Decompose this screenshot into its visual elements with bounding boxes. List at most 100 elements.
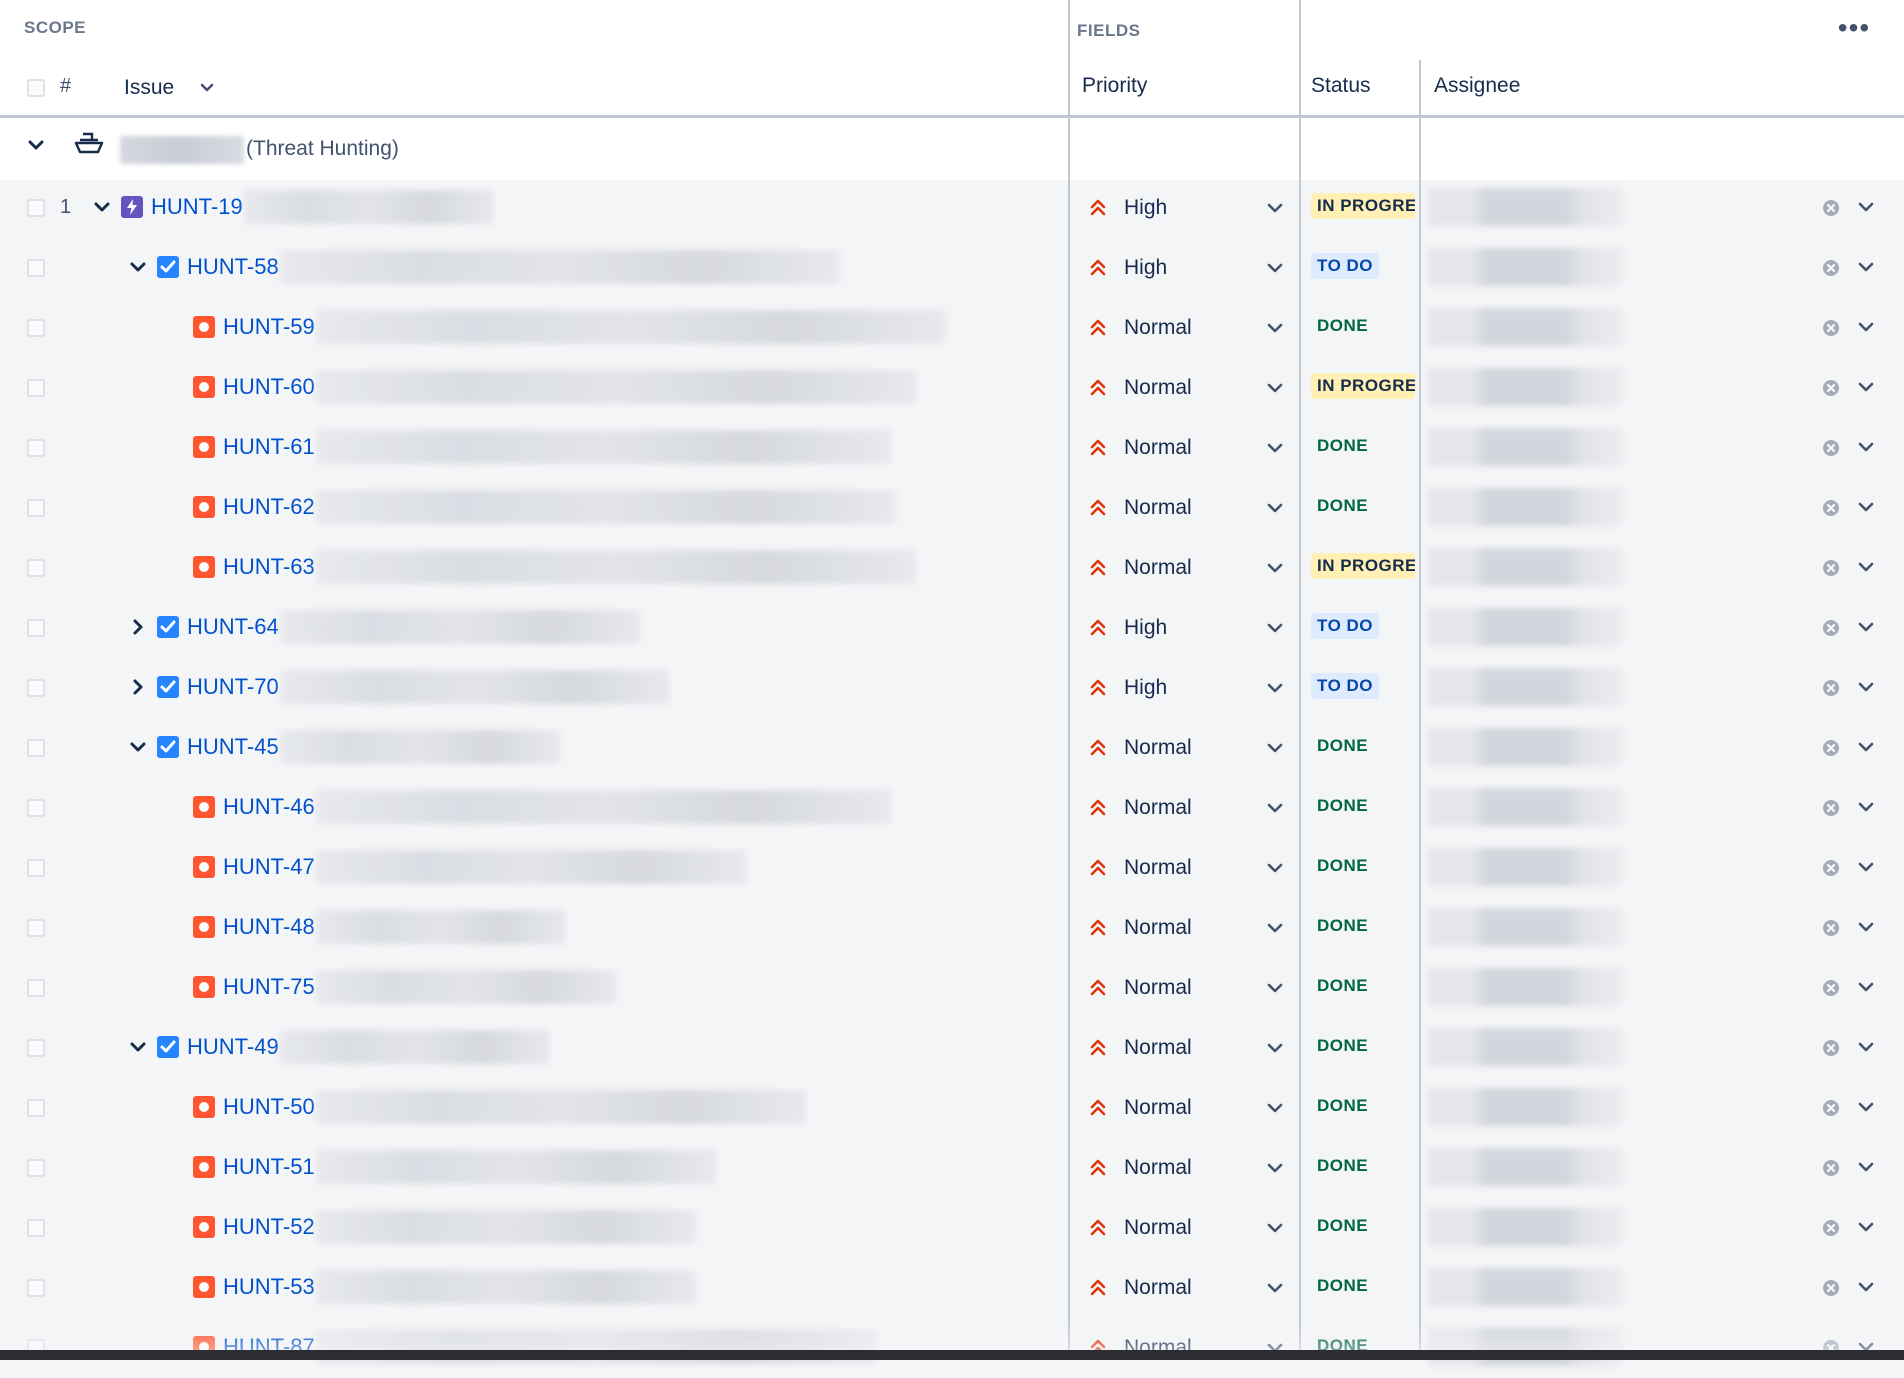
clear-circle-icon[interactable]: [1822, 199, 1840, 217]
assignee-redacted[interactable]: [1428, 368, 1623, 406]
issue-key-link[interactable]: HUNT-49: [187, 1034, 279, 1060]
clear-circle-icon[interactable]: [1822, 799, 1840, 817]
chevron-down-icon[interactable]: [1265, 1038, 1285, 1058]
issue-row[interactable]: HUNT-64 High TO DO: [0, 598, 1904, 658]
issue-row[interactable]: HUNT-46 Normal DONE: [0, 778, 1904, 838]
priority-value[interactable]: Normal: [1124, 736, 1192, 760]
clear-circle-icon[interactable]: [1822, 259, 1840, 277]
assignee-redacted[interactable]: [1428, 1148, 1623, 1186]
issue-row[interactable]: HUNT-63 Normal IN PROGRE: [0, 538, 1904, 598]
row-checkbox[interactable]: [27, 259, 45, 277]
issue-key-link[interactable]: HUNT-70: [187, 674, 279, 700]
status-lozenge[interactable]: DONE: [1311, 853, 1374, 879]
priority-column-header[interactable]: Priority: [1082, 74, 1147, 98]
assignee-redacted[interactable]: [1428, 1028, 1623, 1066]
issue-key-link[interactable]: HUNT-59: [223, 314, 315, 340]
clear-circle-icon[interactable]: [1822, 499, 1840, 517]
issue-row[interactable]: HUNT-49 Normal DONE: [0, 1018, 1904, 1078]
assignee-redacted[interactable]: [1428, 608, 1623, 646]
issue-key-link[interactable]: HUNT-63: [223, 554, 315, 580]
chevron-down-icon[interactable]: [1856, 377, 1876, 397]
clear-circle-icon[interactable]: [1822, 319, 1840, 337]
status-lozenge[interactable]: DONE: [1311, 1033, 1374, 1059]
priority-value[interactable]: Normal: [1124, 796, 1192, 820]
row-checkbox[interactable]: [27, 1219, 45, 1237]
assignee-redacted[interactable]: [1428, 848, 1623, 886]
issue-key-link[interactable]: HUNT-50: [223, 1094, 315, 1120]
status-lozenge[interactable]: DONE: [1311, 733, 1374, 759]
priority-value[interactable]: High: [1124, 616, 1167, 640]
chevron-down-icon[interactable]: [1265, 918, 1285, 938]
issue-key-link[interactable]: HUNT-46: [223, 794, 315, 820]
chevron-down-icon[interactable]: [1265, 1218, 1285, 1238]
assignee-redacted[interactable]: [1428, 188, 1623, 226]
status-lozenge[interactable]: DONE: [1311, 793, 1374, 819]
row-checkbox[interactable]: [27, 439, 45, 457]
row-checkbox[interactable]: [27, 859, 45, 877]
priority-value[interactable]: Normal: [1124, 856, 1192, 880]
issue-row[interactable]: HUNT-45 Normal DONE: [0, 718, 1904, 778]
clear-circle-icon[interactable]: [1822, 979, 1840, 997]
chevron-down-icon[interactable]: [197, 78, 217, 98]
row-checkbox[interactable]: [27, 199, 45, 217]
chevron-down-icon[interactable]: [1265, 798, 1285, 818]
issue-key-link[interactable]: HUNT-19: [151, 194, 243, 220]
chevron-down-icon[interactable]: [1856, 197, 1876, 217]
row-checkbox[interactable]: [27, 1159, 45, 1177]
clear-circle-icon[interactable]: [1822, 679, 1840, 697]
clear-circle-icon[interactable]: [1822, 1039, 1840, 1057]
status-lozenge[interactable]: DONE: [1311, 1153, 1374, 1179]
chevron-down-icon[interactable]: [1856, 797, 1876, 817]
chevron-down-icon[interactable]: [1856, 317, 1876, 337]
chevron-down-icon[interactable]: [1265, 978, 1285, 998]
assignee-redacted[interactable]: [1428, 308, 1623, 346]
issue-row[interactable]: 1 HUNT-19 High IN PROGRE: [0, 178, 1904, 238]
assignee-redacted[interactable]: [1428, 728, 1623, 766]
chevron-down-icon[interactable]: [1265, 378, 1285, 398]
clear-circle-icon[interactable]: [1822, 619, 1840, 637]
priority-value[interactable]: Normal: [1124, 1036, 1192, 1060]
chevron-down-icon[interactable]: [1856, 737, 1876, 757]
priority-value[interactable]: Normal: [1124, 556, 1192, 580]
assignee-redacted[interactable]: [1428, 668, 1623, 706]
issue-key-link[interactable]: HUNT-64: [187, 614, 279, 640]
issue-key-link[interactable]: HUNT-45: [187, 734, 279, 760]
row-checkbox[interactable]: [27, 1099, 45, 1117]
row-checkbox[interactable]: [27, 379, 45, 397]
status-lozenge[interactable]: TO DO: [1311, 253, 1380, 279]
issue-row[interactable]: HUNT-53 Normal DONE: [0, 1258, 1904, 1318]
chevron-down-icon[interactable]: [1856, 917, 1876, 937]
priority-value[interactable]: Normal: [1124, 1216, 1192, 1240]
row-checkbox[interactable]: [27, 799, 45, 817]
chevron-down-icon[interactable]: [1265, 678, 1285, 698]
issue-column-header[interactable]: Issue: [124, 76, 174, 100]
status-lozenge[interactable]: IN PROGRE: [1311, 193, 1415, 219]
chevron-down-icon[interactable]: [1856, 977, 1876, 997]
row-checkbox[interactable]: [27, 979, 45, 997]
row-checkbox[interactable]: [27, 319, 45, 337]
row-checkbox[interactable]: [27, 499, 45, 517]
priority-value[interactable]: Normal: [1124, 316, 1192, 340]
clear-circle-icon[interactable]: [1822, 919, 1840, 937]
issue-row[interactable]: HUNT-59 Normal DONE: [0, 298, 1904, 358]
priority-value[interactable]: Normal: [1124, 976, 1192, 1000]
issue-row[interactable]: HUNT-70 High TO DO: [0, 658, 1904, 718]
priority-value[interactable]: Normal: [1124, 916, 1192, 940]
issue-row[interactable]: HUNT-61 Normal DONE: [0, 418, 1904, 478]
status-lozenge[interactable]: DONE: [1311, 1273, 1374, 1299]
chevron-down-icon[interactable]: [1856, 437, 1876, 457]
row-checkbox[interactable]: [27, 619, 45, 637]
status-lozenge[interactable]: DONE: [1311, 913, 1374, 939]
chevron-down-icon[interactable]: [1265, 438, 1285, 458]
issue-row[interactable]: HUNT-58 High TO DO: [0, 238, 1904, 298]
select-all-checkbox[interactable]: [27, 79, 45, 97]
chevron-down-icon[interactable]: [1265, 1278, 1285, 1298]
status-lozenge[interactable]: DONE: [1311, 313, 1374, 339]
issue-row[interactable]: HUNT-52 Normal DONE: [0, 1198, 1904, 1258]
issue-key-link[interactable]: HUNT-60: [223, 374, 315, 400]
row-checkbox[interactable]: [27, 739, 45, 757]
status-lozenge[interactable]: IN PROGRE: [1311, 373, 1415, 399]
chevron-down-icon[interactable]: [91, 196, 113, 218]
priority-value[interactable]: Normal: [1124, 436, 1192, 460]
issue-key-link[interactable]: HUNT-48: [223, 914, 315, 940]
